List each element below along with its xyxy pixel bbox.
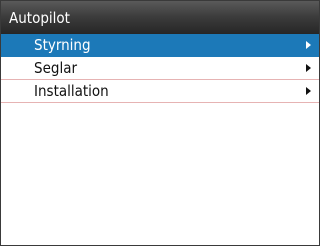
- menu-item-label: Installation: [34, 82, 109, 100]
- autopilot-dialog: Autopilot Styrning Seglar Installation: [0, 0, 320, 246]
- menu-item-label: Styrning: [34, 36, 91, 54]
- chevron-right-icon: [306, 87, 311, 95]
- menu-item-seglar[interactable]: Seglar: [1, 57, 319, 80]
- chevron-right-icon: [306, 41, 311, 49]
- menu-item-installation[interactable]: Installation: [1, 80, 319, 103]
- chevron-right-icon: [306, 64, 311, 72]
- dialog-title: Autopilot: [1, 1, 319, 34]
- menu-item-styrning[interactable]: Styrning: [1, 34, 319, 57]
- menu-list: Styrning Seglar Installation: [1, 34, 319, 103]
- menu-item-label: Seglar: [34, 59, 78, 77]
